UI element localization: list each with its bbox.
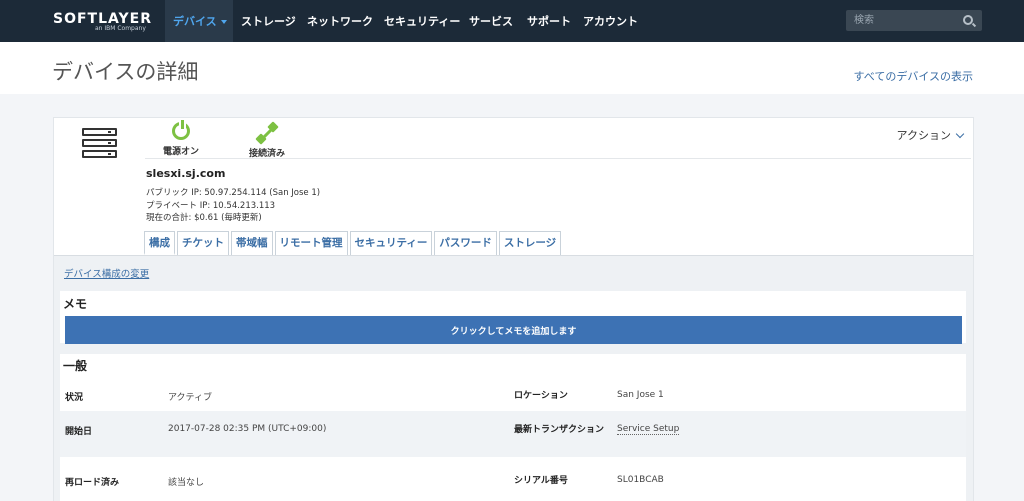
nav-network[interactable]: ネットワーク [307,13,373,29]
divider [145,158,971,159]
tab-configuration[interactable]: 構成 [144,231,175,255]
power-status-label: 電源オン [162,147,199,157]
latest-transaction-value[interactable]: Service Setup [617,424,680,435]
start-date-label: 開始日 [65,427,93,437]
memo-title: メモ [63,297,88,311]
device-panel: 電源オン 接続済み アクション slesxi.sj.com パブリック IP: … [53,117,974,501]
tab-passwords[interactable]: パスワード [434,231,497,255]
tab-bandwidth[interactable]: 帯域幅 [231,231,273,255]
tab-tickets[interactable]: チケット [177,231,229,255]
actions-label: アクション [896,129,951,142]
device-hostname: slesxi.sj.com [146,167,226,180]
tab-storage[interactable]: ストレージ [498,231,562,255]
nav-storage[interactable]: ストレージ [241,13,296,29]
nav-account[interactable]: アカウント [583,13,638,29]
configuration-content: デバイス構成の変更 メモ クリックしてメモを追加します 一般 状況 アクティブ … [54,255,973,501]
tab-remote-management[interactable]: リモート管理 [274,231,348,255]
logo-subtitle: an IBM Company [95,25,146,32]
location-value: San Jose 1 [617,390,664,400]
reloaded-value: 該当なし [168,478,205,488]
server-icon [82,128,117,162]
serial-number-label: シリアル番号 [514,476,568,486]
chevron-down-icon [955,129,965,139]
tab-security[interactable]: セキュリティー [349,231,433,255]
actions-dropdown[interactable]: アクション [896,127,965,143]
nav-support[interactable]: サポート [527,13,571,29]
nav-security[interactable]: セキュリティー [384,13,460,29]
connection-icon [255,121,279,145]
private-ip: プライベート IP: 10.54.213.113 [146,201,276,211]
latest-transaction-label: 最新トランザクション [514,425,605,435]
add-memo-button[interactable]: クリックしてメモを追加します [65,316,962,344]
power-icon [172,120,190,140]
page-title: デバイスの詳細 [52,60,199,84]
device-tabs: 構成 チケット 帯域幅 リモート管理 セキュリティー パスワード ストレージ [144,231,563,255]
info-row: 状況 アクティブ ロケーション San Jose 1 [60,379,966,411]
general-title: 一般 [63,359,88,373]
info-row: 開始日 2017-07-28 02:35 PM (UTC+09:00) 最新トラ… [60,411,966,457]
nav-services[interactable]: サービス [469,13,513,29]
power-status[interactable]: 電源オン [158,120,204,157]
nav-devices[interactable]: デバイス [173,13,227,29]
serial-number-value: SL01BCAB [617,475,664,485]
status-label: 状況 [65,393,84,403]
title-band: デバイスの詳細 すべてのデバイスの表示 [0,42,1024,94]
general-section: 一般 状況 アクティブ ロケーション San Jose 1 開始日 2017-0… [60,354,966,501]
view-all-devices-link[interactable]: すべてのデバイスの表示 [854,68,973,84]
start-date-value: 2017-07-28 02:35 PM (UTC+09:00) [168,424,327,434]
status-value: アクティブ [168,393,213,403]
connection-status[interactable]: 接続済み [240,121,294,159]
search-icon[interactable] [963,15,973,25]
top-navbar: SOFTLAYER an IBM Company デバイス ストレージ ネットワ… [0,0,1024,42]
memo-section: メモ クリックしてメモを追加します [60,291,966,344]
current-total: 現在の合計: $0.61 (毎時更新) [146,213,262,223]
public-ip: パブリック IP: 50.97.254.114 (San Jose 1) [146,188,321,198]
search-input[interactable] [854,13,954,28]
change-config-link[interactable]: デバイス構成の変更 [64,266,149,280]
info-row: 再ロード済み 該当なし シリアル番号 SL01BCAB [60,457,966,501]
location-label: ロケーション [514,391,568,401]
search-box [846,10,982,31]
reloaded-label: 再ロード済み [65,478,120,488]
